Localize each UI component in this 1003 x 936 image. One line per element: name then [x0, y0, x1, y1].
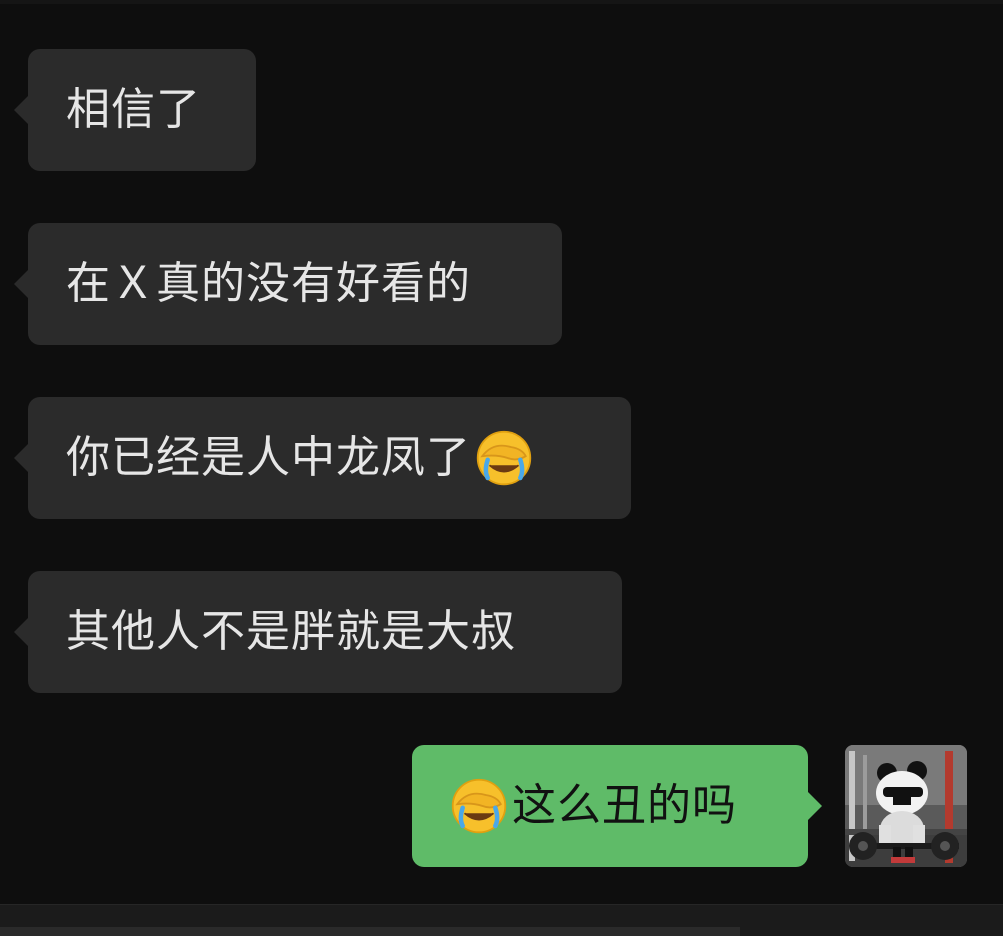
message-bubble-incoming[interactable]: 其他人不是胖就是大叔 [14, 571, 622, 693]
message-text: 这么丑的吗 [512, 780, 737, 831]
panda-gym-avatar-icon[interactable] [845, 745, 967, 867]
message-text: 其他人不是胖就是大叔 [66, 606, 516, 657]
message-text: 你已经是人中龙凤了 [66, 432, 471, 483]
bottom-bar [0, 904, 1003, 936]
message-text: 相信了 [66, 84, 201, 135]
message-bubble-incoming[interactable]: 相信了 [14, 49, 256, 171]
face-palm-crying-icon [475, 429, 533, 487]
chat-window: 相信了 在Ｘ真的没有好看的 你已经是人中龙凤了 其他人不是胖就是大叔 这么丑的吗 [0, 0, 1003, 936]
message-bubble-outgoing[interactable]: 这么丑的吗 [412, 745, 822, 867]
face-palm-crying-icon [450, 777, 508, 835]
message-bubble-incoming[interactable]: 你已经是人中龙凤了 [14, 397, 631, 519]
message-bubble-incoming[interactable]: 在Ｘ真的没有好看的 [14, 223, 562, 345]
bottom-bar-strip [0, 927, 740, 936]
top-edge [0, 0, 1003, 4]
message-text: 在Ｘ真的没有好看的 [66, 258, 471, 309]
